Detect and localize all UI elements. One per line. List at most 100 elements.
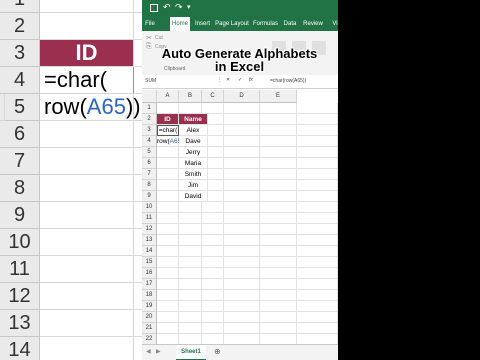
ribbon-tab[interactable]: Review (302, 17, 324, 31)
grid-cell[interactable] (224, 323, 260, 334)
name-box-dropdown-icon[interactable]: ⋮ (217, 77, 222, 83)
column-header[interactable]: B (179, 90, 202, 103)
grid-cell[interactable] (157, 158, 179, 169)
grid-cell[interactable] (260, 125, 297, 136)
row-header[interactable]: 5 (142, 147, 157, 158)
grid-cell[interactable] (157, 169, 179, 180)
grid-cell[interactable] (297, 312, 338, 323)
grid-cell[interactable] (224, 114, 260, 125)
grid-cell[interactable] (224, 301, 260, 312)
cancel-icon[interactable]: ✕ (226, 77, 230, 83)
grid-cell[interactable] (157, 213, 179, 224)
grid-cell[interactable] (297, 180, 338, 191)
grid-cell[interactable] (179, 268, 202, 279)
ribbon-tab[interactable]: File (144, 17, 156, 31)
name-box[interactable]: SUM (145, 78, 156, 84)
grid-cell[interactable] (157, 268, 179, 279)
grid-cell[interactable] (297, 301, 338, 312)
ribbon-tab[interactable]: Vi (330, 17, 338, 31)
row-header[interactable]: 20 (142, 312, 157, 323)
grid-cell[interactable] (157, 323, 179, 334)
grid-cell[interactable] (224, 246, 260, 257)
grid-cell[interactable] (202, 301, 224, 312)
cut-label[interactable]: Cut (155, 35, 163, 41)
save-icon[interactable] (150, 4, 158, 12)
grid-cell[interactable] (260, 136, 297, 147)
grid-cell[interactable] (260, 103, 297, 114)
row-header[interactable]: 13 (142, 235, 157, 246)
ribbon-tab[interactable]: Page Layout (215, 17, 249, 31)
grid-cell[interactable] (297, 158, 338, 169)
grid-cell[interactable] (224, 257, 260, 268)
grid-cell[interactable] (260, 213, 297, 224)
grid-cell[interactable] (297, 246, 338, 257)
row-header[interactable]: 1 (142, 103, 157, 114)
grid-cell[interactable] (260, 169, 297, 180)
grid-cell[interactable] (260, 257, 297, 268)
grid-cell[interactable] (297, 125, 338, 136)
grid-cell[interactable] (224, 147, 260, 158)
cut-icon[interactable]: ✂ (146, 34, 152, 42)
column-header[interactable]: E (260, 90, 297, 103)
formula-input[interactable]: =char(row(A65)) (270, 78, 306, 84)
grid-cell[interactable] (157, 224, 179, 235)
grid-cell[interactable] (202, 246, 224, 257)
grid-cell[interactable] (202, 268, 224, 279)
name-cell[interactable]: Dave (179, 136, 208, 147)
row-header[interactable]: 2 (142, 114, 157, 125)
scroll-right-icon[interactable]: ▶ (156, 348, 161, 355)
ribbon-tab[interactable]: Formulas (253, 17, 278, 31)
formula-cell-line-1[interactable]: =char( (157, 125, 179, 136)
grid-cell[interactable] (297, 114, 338, 125)
grid-cell[interactable] (224, 191, 260, 202)
row-header[interactable]: 17 (142, 279, 157, 290)
grid-cell[interactable] (224, 169, 260, 180)
redo-icon[interactable]: ↷ (175, 2, 183, 13)
grid-cell[interactable] (260, 323, 297, 334)
ribbon-tab[interactable]: Insert (194, 17, 211, 31)
grid-cell[interactable] (202, 213, 224, 224)
grid-cell[interactable] (202, 235, 224, 246)
grid-cell[interactable] (179, 290, 202, 301)
grid-cell[interactable] (157, 202, 179, 213)
grid-cell[interactable] (297, 323, 338, 334)
grid-cell[interactable] (260, 235, 297, 246)
row-header[interactable]: 3 (142, 125, 157, 136)
name-cell[interactable]: Maria (179, 158, 208, 169)
grid-cell[interactable] (297, 136, 338, 147)
grid-cell[interactable] (157, 257, 179, 268)
grid-cell[interactable] (260, 312, 297, 323)
grid-cell[interactable] (179, 213, 202, 224)
grid-cell[interactable] (260, 268, 297, 279)
grid-cell[interactable] (224, 312, 260, 323)
grid-cell[interactable] (179, 279, 202, 290)
name-cell[interactable]: David (179, 191, 208, 202)
grid-cell[interactable] (224, 103, 260, 114)
row-header[interactable]: 16 (142, 268, 157, 279)
column-header[interactable]: A (157, 90, 179, 103)
add-sheet-icon[interactable]: ⊕ (214, 347, 221, 356)
grid-cell[interactable] (260, 202, 297, 213)
customize-icon[interactable]: ▾ (187, 3, 191, 11)
row-header[interactable]: 6 (142, 158, 157, 169)
grid-cell[interactable] (202, 202, 224, 213)
grid-cell[interactable] (224, 290, 260, 301)
grid-cell[interactable] (157, 235, 179, 246)
row-header[interactable]: 4 (142, 136, 157, 147)
grid-cell[interactable] (260, 246, 297, 257)
grid-cell[interactable] (297, 235, 338, 246)
grid-cell[interactable] (297, 257, 338, 268)
grid-cell[interactable] (157, 103, 179, 114)
grid-cell[interactable] (224, 279, 260, 290)
grid-cell[interactable] (179, 103, 202, 114)
row-header[interactable]: 9 (142, 191, 157, 202)
name-cell[interactable]: Alex (179, 125, 208, 136)
grid-cell[interactable] (297, 224, 338, 235)
row-header[interactable]: 8 (142, 180, 157, 191)
grid-cell[interactable] (224, 180, 260, 191)
table-header-id[interactable]: ID (157, 114, 179, 125)
name-cell[interactable]: Smith (179, 169, 208, 180)
grid-cell[interactable] (297, 103, 338, 114)
grid-cell[interactable] (202, 279, 224, 290)
grid-cell[interactable] (179, 257, 202, 268)
